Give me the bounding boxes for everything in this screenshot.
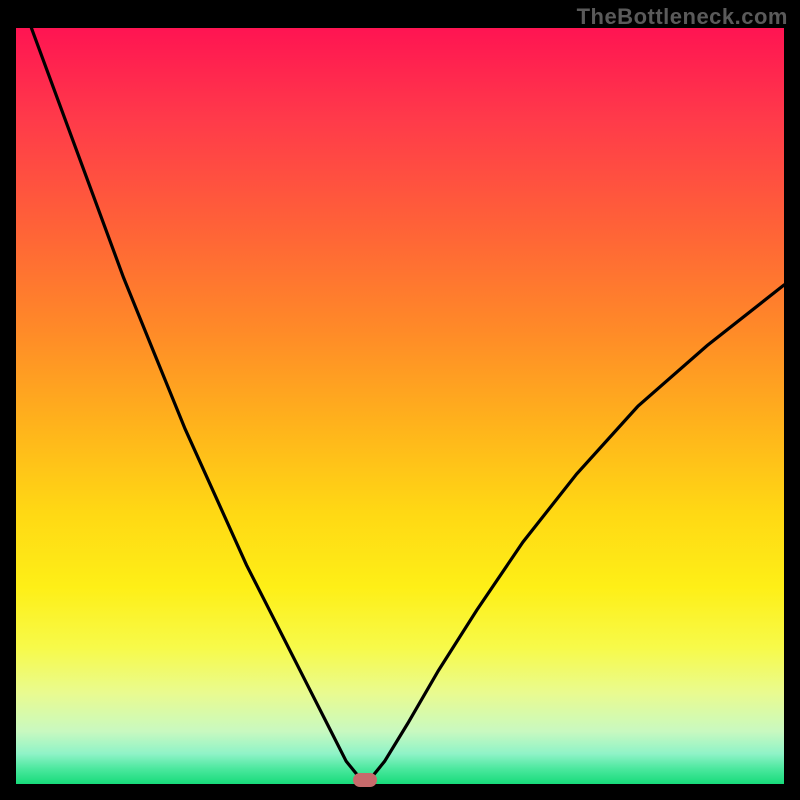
curve-path [31, 28, 784, 780]
bottleneck-curve [16, 28, 784, 784]
plot-area [16, 28, 784, 784]
watermark-text: TheBottleneck.com [577, 4, 788, 30]
chart-frame: TheBottleneck.com [0, 0, 800, 800]
optimum-marker [353, 773, 377, 787]
